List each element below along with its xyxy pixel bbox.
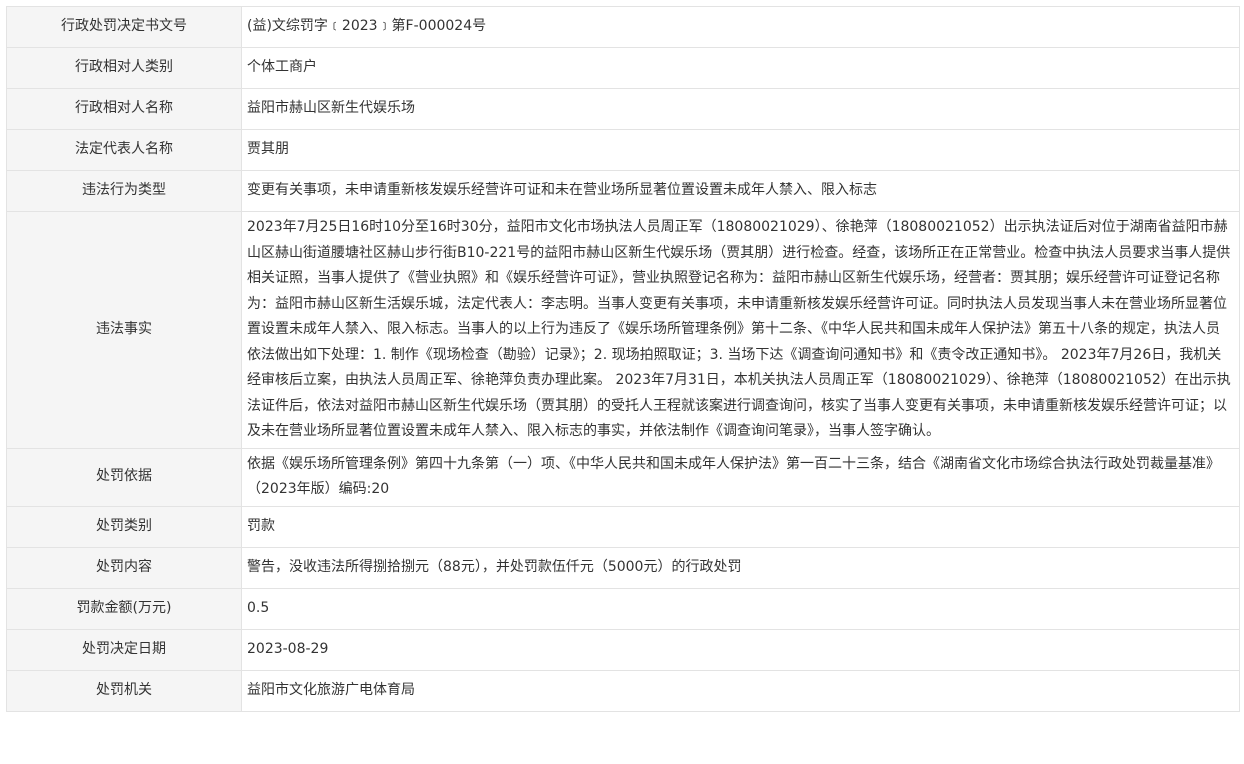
row-value-penalty-category: 罚款 <box>241 505 1240 548</box>
row-label-party-name: 行政相对人名称 <box>6 88 242 130</box>
row-value-legal-rep: 贾其朋 <box>241 129 1240 171</box>
row-value-violation-type: 变更有关事项，未申请重新核发娱乐经营许可证和未在营业场所显著位置设置未成年人禁入… <box>241 170 1240 212</box>
row-value-party-name: 益阳市赫山区新生代娱乐场 <box>241 88 1240 130</box>
table-row: 处罚决定日期 2023-08-29 <box>6 628 1240 671</box>
table-row: 行政处罚决定书文号 (益)文综罚字﹝2023﹞第F-000024号 <box>6 6 1240 48</box>
table-row: 处罚依据 依据《娱乐场所管理条例》第四十九条第（一）项、《中华人民共和国未成年人… <box>6 447 1240 507</box>
row-label-party-type: 行政相对人类别 <box>6 47 242 89</box>
table-row: 处罚内容 警告，没收违法所得捌拾捌元（88元），并处罚款伍仟元（5000元）的行… <box>6 546 1240 589</box>
row-value-facts: 2023年7月25日16时10分至16时30分，益阳市文化市场执法人员周正军（1… <box>241 211 1240 449</box>
row-value-party-type: 个体工商户 <box>241 47 1240 89</box>
table-row: 违法事实 2023年7月25日16时10分至16时30分，益阳市文化市场执法人员… <box>6 211 1240 449</box>
row-value-decision-number: (益)文综罚字﹝2023﹞第F-000024号 <box>241 6 1240 48</box>
row-value-authority: 益阳市文化旅游广电体育局 <box>241 669 1240 712</box>
row-label-decision-number: 行政处罚决定书文号 <box>6 6 242 48</box>
row-label-legal-rep: 法定代表人名称 <box>6 129 242 171</box>
table-row: 法定代表人名称 贾其朋 <box>6 129 1240 171</box>
row-label-authority: 处罚机关 <box>6 669 242 712</box>
row-label-penalty-category: 处罚类别 <box>6 505 242 548</box>
row-value-penalty-content: 警告，没收违法所得捌拾捌元（88元），并处罚款伍仟元（5000元）的行政处罚 <box>241 546 1240 589</box>
row-value-decision-date: 2023-08-29 <box>241 628 1240 671</box>
row-value-fine-amount: 0.5 <box>241 587 1240 630</box>
row-label-decision-date: 处罚决定日期 <box>6 628 242 671</box>
table-row: 罚款金额(万元) 0.5 <box>6 587 1240 630</box>
row-label-basis: 处罚依据 <box>6 447 242 507</box>
penalty-info-table: 行政处罚决定书文号 (益)文综罚字﹝2023﹞第F-000024号 行政相对人类… <box>6 6 1240 712</box>
row-value-basis: 依据《娱乐场所管理条例》第四十九条第（一）项、《中华人民共和国未成年人保护法》第… <box>241 447 1240 507</box>
table-row: 行政相对人类别 个体工商户 <box>6 47 1240 89</box>
row-label-penalty-content: 处罚内容 <box>6 546 242 589</box>
row-label-fine-amount: 罚款金额(万元) <box>6 587 242 630</box>
table-row: 违法行为类型 变更有关事项，未申请重新核发娱乐经营许可证和未在营业场所显著位置设… <box>6 170 1240 212</box>
row-label-facts: 违法事实 <box>6 211 242 449</box>
table-row: 处罚机关 益阳市文化旅游广电体育局 <box>6 669 1240 712</box>
table-row: 行政相对人名称 益阳市赫山区新生代娱乐场 <box>6 88 1240 130</box>
table-row: 处罚类别 罚款 <box>6 505 1240 548</box>
row-label-violation-type: 违法行为类型 <box>6 170 242 212</box>
